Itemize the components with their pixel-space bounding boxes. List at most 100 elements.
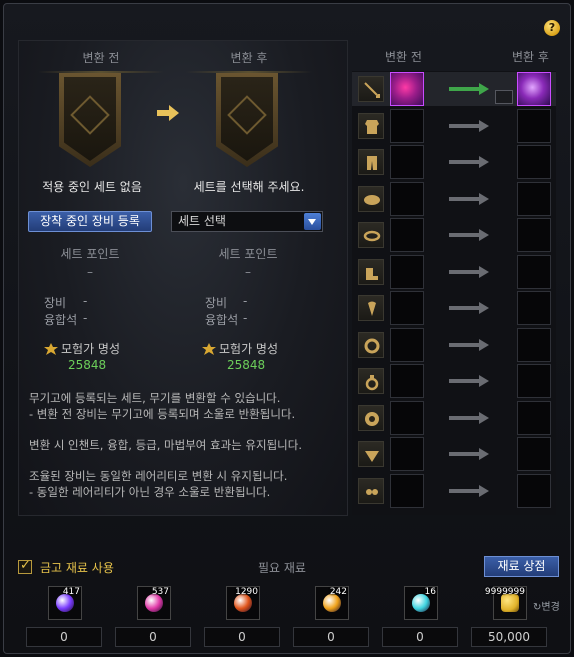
magic-stone-icon <box>358 441 384 467</box>
after-item-slot[interactable] <box>517 181 551 216</box>
slot-row[interactable] <box>352 291 556 325</box>
material-icon[interactable]: 1290 <box>226 586 260 620</box>
before-item-slot[interactable] <box>390 327 424 362</box>
arrow-right-icon <box>449 156 489 168</box>
arrow-right-icon <box>449 192 489 205</box>
before-equip-value: - <box>83 294 88 308</box>
after-set-emblem <box>216 73 278 167</box>
arrow-right-icon <box>449 265 489 278</box>
support-icon <box>358 404 384 431</box>
after-equip-value: - <box>243 294 248 308</box>
after-fame: 모험가 명성 <box>202 340 278 357</box>
info-text: 조율된 장비는 동일한 레어리티로 변환 시 유지됩니다. <box>29 469 288 483</box>
material-icon[interactable]: 537 <box>137 586 171 620</box>
after-item-slot[interactable] <box>517 437 551 471</box>
slot-conversion-list: 변환 전 변환 후 <box>350 40 562 516</box>
material-required-qty: 0 <box>204 627 280 647</box>
before-header: 변환 전 <box>82 51 120 65</box>
after-item-slot[interactable] <box>517 400 551 435</box>
after-set-point-label: 세트 포인트 <box>218 247 278 261</box>
fame-icon <box>44 342 58 355</box>
fame-label: 모험가 명성 <box>219 342 279 356</box>
shoes-icon <box>358 258 384 285</box>
before-item-slot[interactable] <box>390 181 424 216</box>
slot-row[interactable] <box>352 72 556 106</box>
material-shop-button[interactable]: 재료 상점 <box>484 556 559 577</box>
material-icon[interactable]: 16 <box>404 586 438 620</box>
after-fusion-label: 융합석 <box>205 313 239 327</box>
before-item-slot[interactable] <box>390 291 424 325</box>
slot-rows <box>352 71 556 515</box>
use-vault-checkbox[interactable] <box>18 558 32 574</box>
material-required-qty: 0 <box>26 627 102 647</box>
bottom-armor-icon <box>358 149 384 175</box>
before-item-slot[interactable] <box>390 364 424 398</box>
arrow-right-icon <box>449 119 489 132</box>
before-set-caption: 적용 중인 세트 없음 <box>42 180 142 194</box>
materials-bar: 금고 재료 사용 필요 재료 재료 상점 417 0 537 0 1290 0 242 0 16… <box>18 556 562 648</box>
after-item-slot[interactable] <box>517 291 551 325</box>
slot-row[interactable] <box>352 108 556 143</box>
before-item-slot[interactable] <box>390 254 424 289</box>
slot-row[interactable] <box>352 327 556 362</box>
info-text: - 동일한 레어리티가 아닌 경우 소울로 반환됩니다. <box>29 485 271 499</box>
before-item-slot[interactable] <box>390 437 424 471</box>
set-select-dropdown[interactable]: 세트 선택 <box>171 211 323 232</box>
material-icon[interactable]: 417 <box>48 586 82 620</box>
gold-icon[interactable]: 9999999 <box>485 586 527 620</box>
arrow-right-icon <box>449 338 489 351</box>
slot-row[interactable] <box>352 254 556 289</box>
register-equipped-button[interactable]: 장착 중인 장비 등록 <box>28 211 152 232</box>
help-icon[interactable]: ? <box>544 20 560 36</box>
slot-row[interactable] <box>352 400 556 435</box>
change-label: 변경 <box>541 602 560 613</box>
slot-row[interactable] <box>352 364 556 398</box>
before-item-slot[interactable] <box>390 400 424 435</box>
fame-label: 모험가 명성 <box>61 342 121 356</box>
conversion-window: ? 변환 전 변환 후 적용 중인 세트 없음 세트를 선택해 주세요. 장착 … <box>3 3 571 654</box>
use-vault-label[interactable]: 금고 재료 사용 <box>40 559 114 576</box>
before-item-slot[interactable] <box>390 145 424 179</box>
slot-row[interactable] <box>352 473 556 508</box>
list-icon[interactable] <box>495 90 513 104</box>
after-item-slot[interactable] <box>517 327 551 362</box>
conversion-preview-panel: 변환 전 변환 후 적용 중인 세트 없음 세트를 선택해 주세요. 장착 중인… <box>18 40 348 516</box>
convert-arrow-icon <box>157 105 179 121</box>
slot-row[interactable] <box>352 437 556 471</box>
after-item-slot[interactable] <box>517 364 551 398</box>
before-item-slot[interactable] <box>390 72 424 106</box>
weapon-icon <box>358 76 384 102</box>
material-required-qty: 0 <box>115 627 191 647</box>
arrow-right-icon <box>449 83 489 95</box>
before-set-point-label: 세트 포인트 <box>60 247 120 261</box>
before-fame: 모험가 명성 <box>44 340 120 357</box>
change-currency-button[interactable]: ↻변경 <box>533 598 560 613</box>
after-item-slot[interactable] <box>517 473 551 508</box>
after-item-slot[interactable] <box>517 72 551 106</box>
material-icon[interactable]: 242 <box>315 586 349 620</box>
after-item-slot[interactable] <box>517 254 551 289</box>
slot-after-header: 변환 후 <box>512 50 549 64</box>
info-text: - 변환 전 장비는 무기고에 등록되며 소울로 반환됩니다. <box>29 407 296 421</box>
before-fame-value: 25848 <box>68 358 107 372</box>
slot-row[interactable] <box>352 218 556 252</box>
amulet-icon <box>358 295 384 321</box>
required-materials-title: 필요 재료 <box>258 561 306 575</box>
belt-icon <box>358 222 384 248</box>
after-fusion-value: - <box>243 311 248 325</box>
after-item-slot[interactable] <box>517 145 551 179</box>
after-item-slot[interactable] <box>517 108 551 143</box>
before-item-slot[interactable] <box>390 473 424 508</box>
chevron-down-icon[interactable] <box>304 213 321 230</box>
info-text: 무기고에 등록되는 세트, 무기를 변환할 수 있습니다. <box>29 391 281 405</box>
shoulder-icon <box>358 185 384 212</box>
material-required-qty: 0 <box>293 627 369 647</box>
after-item-slot[interactable] <box>517 218 551 252</box>
material-count: 1290 <box>235 587 258 597</box>
slot-row[interactable] <box>352 181 556 216</box>
before-item-slot[interactable] <box>390 218 424 252</box>
material-count: 16 <box>424 587 436 597</box>
before-set-point-value: – <box>87 265 93 279</box>
slot-row[interactable] <box>352 145 556 179</box>
before-item-slot[interactable] <box>390 108 424 143</box>
